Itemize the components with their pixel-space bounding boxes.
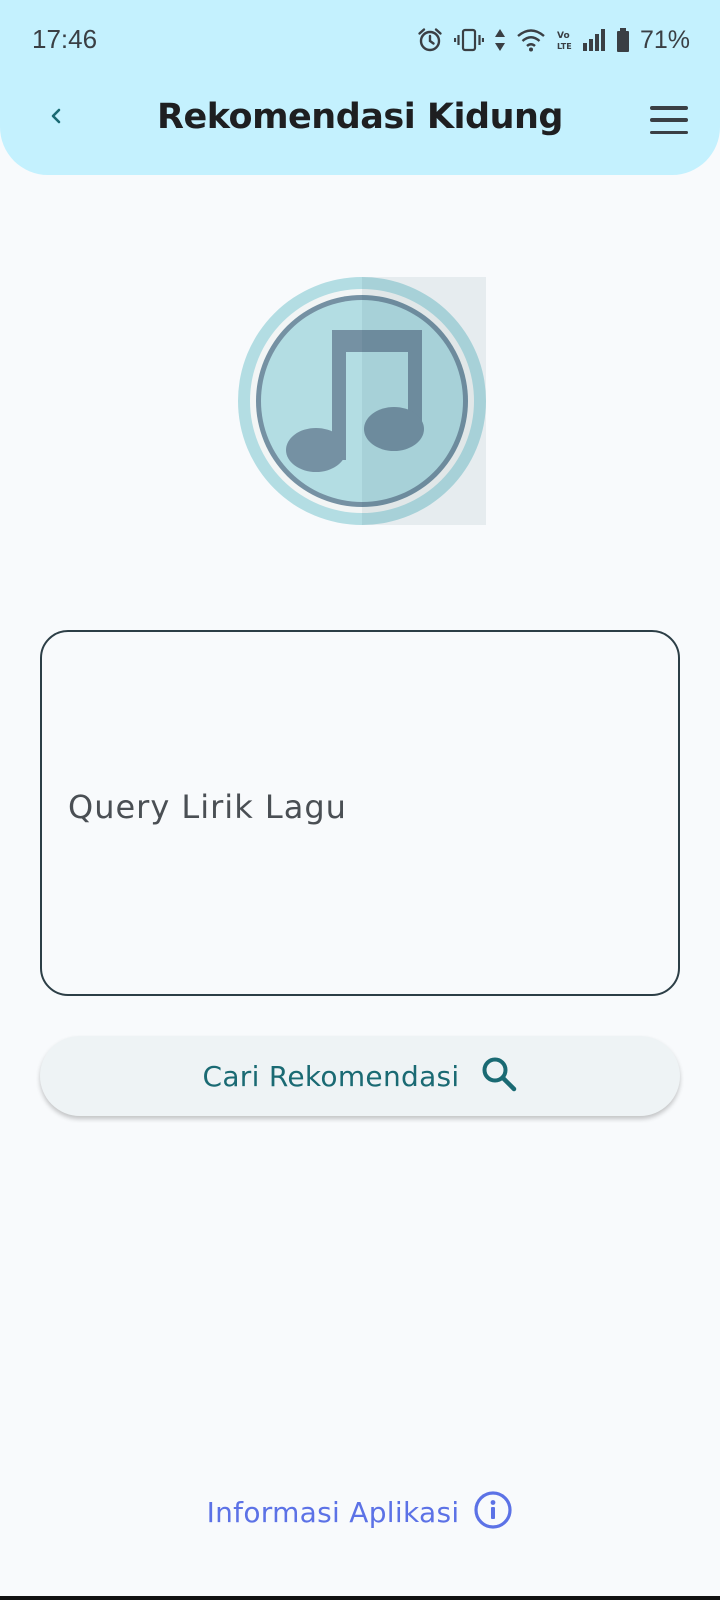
hamburger-line <box>650 130 688 134</box>
search-icon <box>480 1055 518 1098</box>
battery-icon <box>616 27 630 53</box>
data-arrows-icon <box>494 28 506 52</box>
app-header: 17:46 Vo LTE 71% Rekomendasi Kidung <box>0 0 720 175</box>
music-note-icon <box>238 277 486 525</box>
wifi-icon <box>516 28 546 52</box>
menu-button[interactable] <box>650 100 694 140</box>
vibrate-icon <box>453 28 484 52</box>
query-input[interactable] <box>66 787 650 827</box>
svg-text:LTE: LTE <box>557 42 572 51</box>
alarm-icon <box>416 26 444 54</box>
search-button-label: Cari Rekomendasi <box>202 1059 460 1093</box>
hamburger-menu-icon <box>650 106 688 110</box>
bottom-edge-line <box>0 1596 720 1600</box>
volte-icon: Vo LTE <box>556 28 572 52</box>
status-icons: Vo LTE 71% <box>416 22 690 58</box>
app-info-link[interactable]: Informasi Aplikasi <box>0 1490 720 1535</box>
app-logo <box>238 277 486 525</box>
info-link-label: Informasi Aplikasi <box>206 1496 460 1529</box>
query-field[interactable] <box>40 630 680 996</box>
battery-percentage: 71% <box>639 25 690 54</box>
status-time: 17:46 <box>32 24 98 54</box>
signal-icon <box>582 28 606 52</box>
info-icon <box>473 1490 513 1535</box>
svg-text:Vo: Vo <box>557 31 570 41</box>
page-title: Rekomendasi Kidung <box>157 97 563 137</box>
search-recommendation-button[interactable]: Cari Rekomendasi <box>40 1036 680 1116</box>
hamburger-line <box>650 118 688 122</box>
